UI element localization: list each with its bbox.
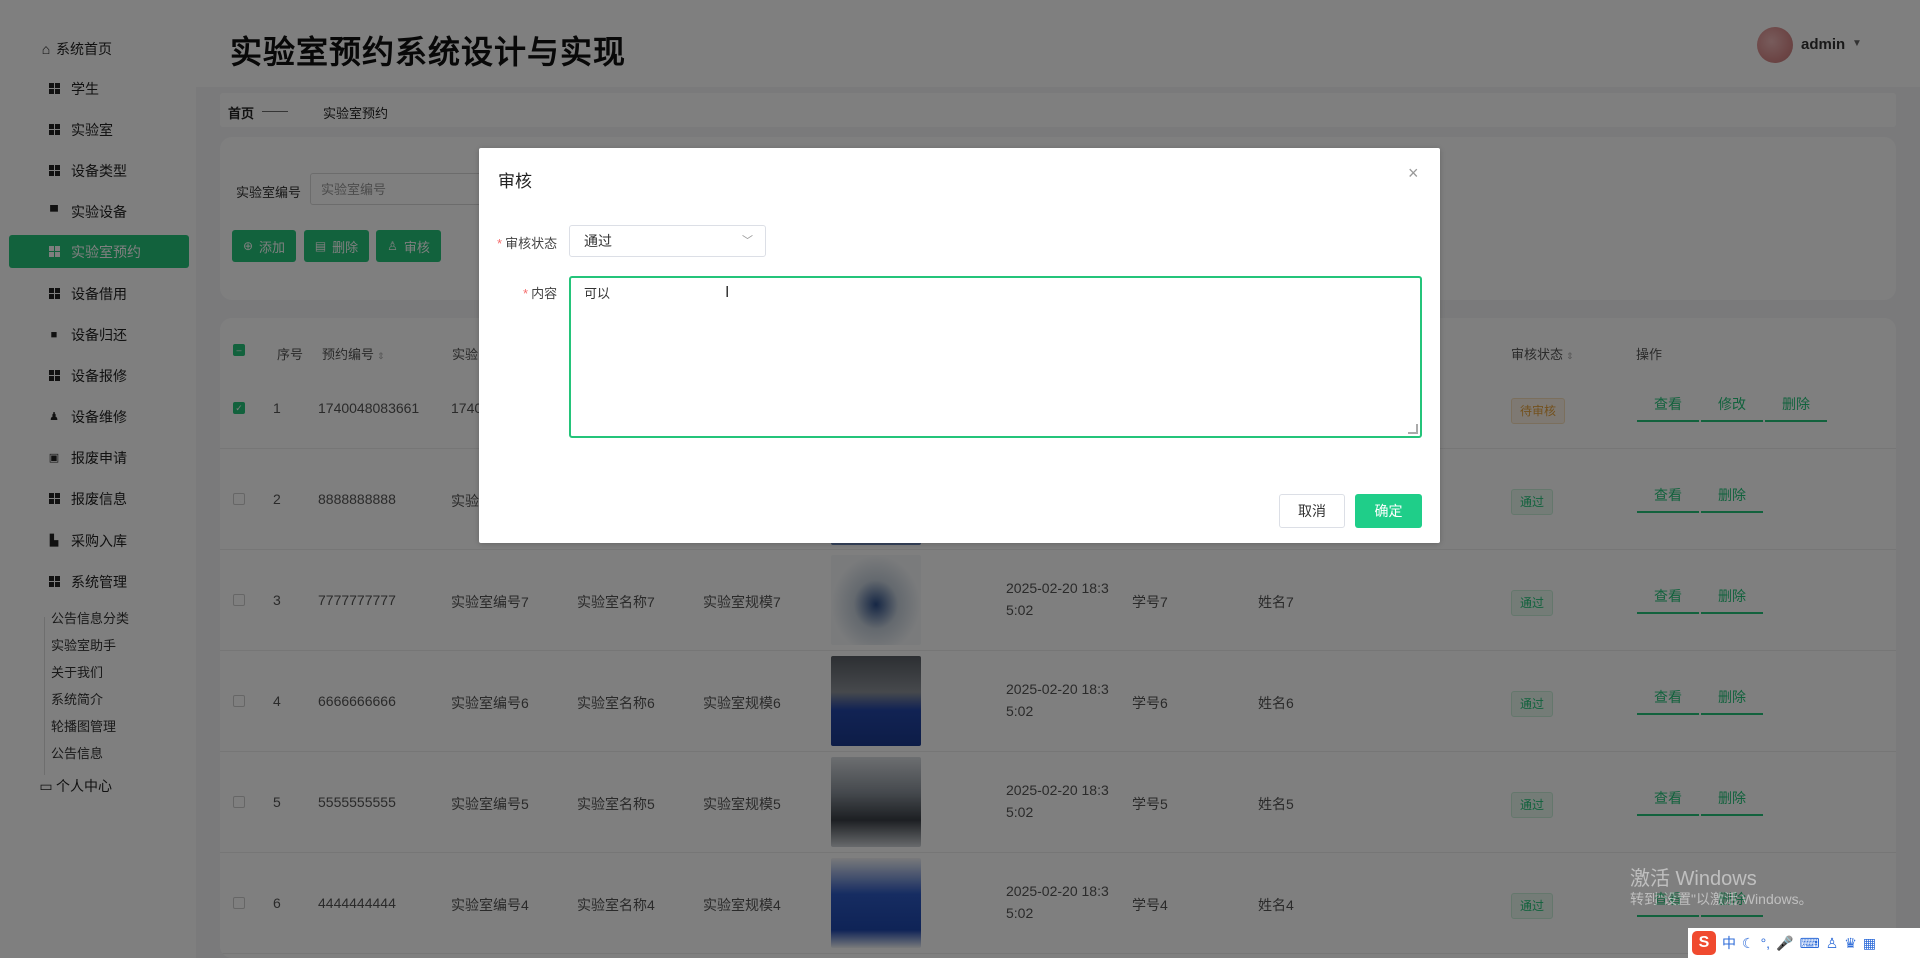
text-cursor-icon: I xyxy=(725,284,730,301)
confirm-button[interactable]: 确定 xyxy=(1355,494,1422,528)
cancel-button[interactable]: 取消 xyxy=(1279,494,1345,528)
review-status-value: 通过 xyxy=(584,233,612,249)
review-status-label: * 审核状态 xyxy=(497,233,557,252)
user-icon[interactable]: ♙ xyxy=(1826,935,1839,952)
punctuation-icon[interactable]: °, xyxy=(1761,935,1771,951)
required-asterisk: * xyxy=(523,286,529,301)
ime-toolbar: S 中 ☾ °, 🎤 ⌨ ♙ ♛ ▦ xyxy=(1688,928,1920,958)
content-textarea[interactable]: 可以 xyxy=(569,276,1422,438)
activation-watermark-subtitle: 转到"设置"以激活 Windows。 xyxy=(1630,891,1813,907)
grid-menu-icon[interactable]: ▦ xyxy=(1863,935,1876,952)
content-label: * 内容 xyxy=(523,283,557,302)
content-label-text: 内容 xyxy=(531,286,558,301)
shirt-icon[interactable]: ♛ xyxy=(1844,935,1857,952)
ime-logo[interactable]: S xyxy=(1692,931,1716,955)
resize-handle[interactable] xyxy=(1408,424,1418,434)
ime-mode[interactable]: 中 xyxy=(1722,933,1736,953)
chevron-down-icon: ﹀ xyxy=(742,235,753,247)
dialog-title: 审核 xyxy=(498,172,532,191)
keyboard-icon[interactable]: ⌨ xyxy=(1800,935,1820,952)
microphone-icon[interactable]: 🎤 xyxy=(1776,935,1793,952)
review-status-select[interactable]: 通过 ﹀ xyxy=(569,225,766,257)
required-asterisk: * xyxy=(497,236,503,251)
close-icon[interactable]: × xyxy=(1408,163,1419,184)
content-text: 可以 xyxy=(584,286,611,301)
review-dialog: 审核 × * 审核状态 通过 ﹀ * 内容 可以 I 取消 确定 xyxy=(479,148,1440,543)
activation-watermark-title: 激活 Windows xyxy=(1630,868,1757,890)
review-status-label-text: 审核状态 xyxy=(505,236,558,251)
moon-icon[interactable]: ☾ xyxy=(1742,935,1755,952)
